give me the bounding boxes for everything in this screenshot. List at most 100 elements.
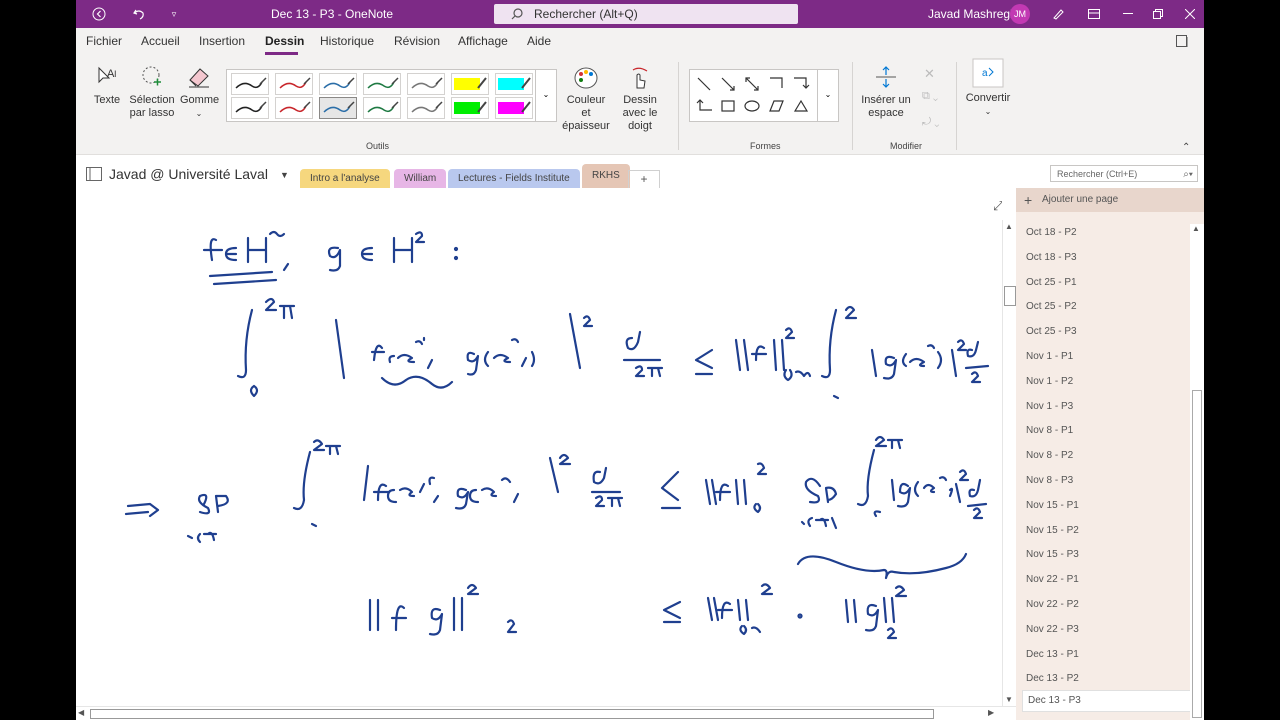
pen-swatch[interactable] — [407, 73, 445, 95]
page-item[interactable]: Nov 22 - P1 — [1026, 574, 1079, 585]
add-page-button[interactable]: + Ajouter une page — [1016, 188, 1204, 212]
tab-accueil[interactable]: Accueil — [141, 34, 180, 48]
pen-swatch[interactable] — [451, 73, 489, 95]
texte-button[interactable]: AI Texte — [90, 64, 124, 107]
color-thickness-button[interactable]: Couleur et épaisseur — [561, 66, 611, 133]
scroll-left-icon[interactable]: ◀ — [78, 708, 84, 717]
lasso-select-button[interactable]: Sélection par lasso — [128, 64, 176, 120]
page-item[interactable]: Nov 15 - P3 — [1026, 549, 1079, 560]
page-item[interactable]: Dec 13 - P3 — [1022, 690, 1191, 712]
shape-elbow-arrow[interactable] — [794, 77, 810, 89]
eraser-dropdown-icon[interactable]: ⌄ — [196, 109, 203, 118]
convert-dropdown-icon[interactable]: ⌄ — [985, 107, 992, 116]
notebook-dropdown-icon[interactable]: ▼ — [280, 170, 289, 180]
search-input[interactable]: Rechercher (Alt+Q) — [494, 4, 798, 24]
page-item[interactable]: Nov 22 - P3 — [1026, 624, 1079, 635]
shape-line[interactable] — [697, 77, 711, 91]
pen-swatch[interactable] — [363, 97, 401, 119]
convert-button[interactable]: a Convertir ⌄ — [964, 58, 1012, 118]
shape-ellipse[interactable] — [744, 100, 760, 112]
page-item[interactable]: Nov 8 - P3 — [1026, 475, 1073, 486]
insert-space-button[interactable]: Insérer un espace — [860, 64, 912, 120]
pen-swatch[interactable] — [495, 73, 533, 95]
scroll-down-icon[interactable]: ▼ — [1005, 695, 1013, 704]
shape-elbow[interactable] — [770, 77, 783, 88]
pen-swatch[interactable] — [275, 97, 313, 119]
section-tab-rkhs[interactable]: RKHS — [582, 164, 630, 188]
page-item[interactable]: Oct 25 - P2 — [1026, 301, 1077, 312]
avatar[interactable]: JM — [1010, 4, 1030, 24]
scroll-thumb[interactable] — [1192, 390, 1202, 718]
rotate-icon[interactable]: ⤾ ⌄ — [922, 116, 939, 129]
page-item[interactable]: Dec 13 - P1 — [1026, 649, 1079, 660]
pen-swatch[interactable] — [319, 97, 357, 119]
restore-icon[interactable] — [1146, 0, 1170, 28]
shape-parallelogram[interactable] — [769, 100, 784, 112]
arrange-icon[interactable]: ⧉ ⌄ — [922, 90, 938, 103]
pen-swatch[interactable] — [319, 73, 357, 95]
section-tab-william[interactable]: William — [394, 169, 447, 188]
page-item[interactable]: Oct 25 - P1 — [1026, 277, 1077, 288]
page-item[interactable]: Nov 1 - P2 — [1026, 376, 1073, 387]
scroll-up-icon[interactable]: ▲ — [1192, 224, 1200, 233]
minimize-icon[interactable] — [1116, 0, 1140, 28]
user-name[interactable]: Javad Mashreghi — [928, 0, 1019, 28]
back-icon[interactable] — [86, 0, 112, 28]
page-item[interactable]: Nov 8 - P1 — [1026, 425, 1073, 436]
shape-rectangle[interactable] — [721, 100, 735, 112]
pen-swatch[interactable] — [231, 73, 269, 95]
page-list-scrollbar[interactable]: ▲ — [1190, 224, 1204, 720]
undo-icon[interactable] — [126, 0, 152, 28]
qat-dropdown-icon[interactable]: ▿ — [164, 0, 184, 28]
pen-swatch[interactable] — [231, 97, 269, 119]
ribbon-display-icon[interactable] — [1084, 0, 1104, 28]
pen-swatch[interactable] — [363, 73, 401, 95]
notebook-pane-icon[interactable] — [1175, 34, 1189, 53]
page-canvas[interactable]: ⤢ — [76, 190, 1002, 706]
delete-icon[interactable]: ✕ — [924, 66, 935, 82]
pen-swatch[interactable] — [275, 73, 313, 95]
shape-double-arrow[interactable] — [745, 77, 759, 91]
shape-triangle[interactable] — [793, 99, 809, 112]
close-icon[interactable] — [1178, 0, 1202, 28]
shape-elbow-arrow-reverse[interactable] — [696, 99, 712, 111]
page-item[interactable]: Nov 22 - P2 — [1026, 599, 1079, 610]
tab-dessin[interactable]: Dessin — [265, 34, 304, 48]
page-item[interactable]: Nov 1 - P3 — [1026, 401, 1073, 412]
section-tab-lectures[interactable]: Lectures - Fields Institute — [448, 169, 580, 188]
pen-swatch[interactable] — [451, 97, 489, 119]
page-search-input[interactable]: Rechercher (Ctrl+E) ⌕▾ — [1050, 165, 1198, 182]
page-item[interactable]: Nov 8 - P2 — [1026, 450, 1073, 461]
tab-aide[interactable]: Aide — [527, 34, 551, 48]
canvas-vertical-scrollbar[interactable]: ▲ ▼ — [1002, 220, 1017, 706]
pen-swatch[interactable] — [495, 97, 533, 119]
scroll-right-icon[interactable]: ▶ — [988, 708, 994, 717]
page-item[interactable]: Nov 15 - P1 — [1026, 500, 1079, 511]
page-item[interactable]: Oct 18 - P3 — [1026, 252, 1077, 263]
page-item[interactable]: Dec 13 - P2 — [1026, 673, 1079, 684]
notebook-icon[interactable] — [86, 167, 102, 186]
page-item[interactable]: Nov 15 - P2 — [1026, 525, 1079, 536]
tab-historique[interactable]: Historique — [320, 34, 374, 48]
tab-affichage[interactable]: Affichage — [458, 34, 508, 48]
shape-arrow[interactable] — [721, 77, 735, 91]
tab-fichier[interactable]: Fichier — [86, 34, 122, 48]
scroll-thumb[interactable] — [90, 709, 934, 719]
draw-with-finger-button[interactable]: Dessin avec le doigt — [612, 66, 668, 133]
notebook-name[interactable]: Javad @ Université Laval — [109, 166, 268, 182]
collapse-ribbon-icon[interactable]: ⌃ — [1182, 142, 1190, 153]
pen-feedback-icon[interactable] — [1048, 0, 1068, 28]
tab-revision[interactable]: Révision — [394, 34, 440, 48]
scroll-thumb[interactable] — [1004, 286, 1016, 306]
scroll-up-icon[interactable]: ▲ — [1005, 222, 1013, 231]
tab-insertion[interactable]: Insertion — [199, 34, 245, 48]
pen-swatch[interactable] — [407, 97, 445, 119]
pen-gallery-more[interactable]: ⌄ — [535, 69, 557, 122]
page-item[interactable]: Oct 18 - P2 — [1026, 227, 1077, 238]
page-item[interactable]: Oct 25 - P3 — [1026, 326, 1077, 337]
canvas-horizontal-scrollbar[interactable]: ◀ ▶ — [76, 706, 1016, 720]
shapes-gallery-more[interactable]: ⌄ — [817, 70, 838, 121]
eraser-button[interactable]: Gomme ⌄ — [180, 64, 219, 120]
page-item[interactable]: Nov 1 - P1 — [1026, 351, 1073, 362]
section-tab-intro[interactable]: Intro a l'analyse — [300, 169, 390, 188]
